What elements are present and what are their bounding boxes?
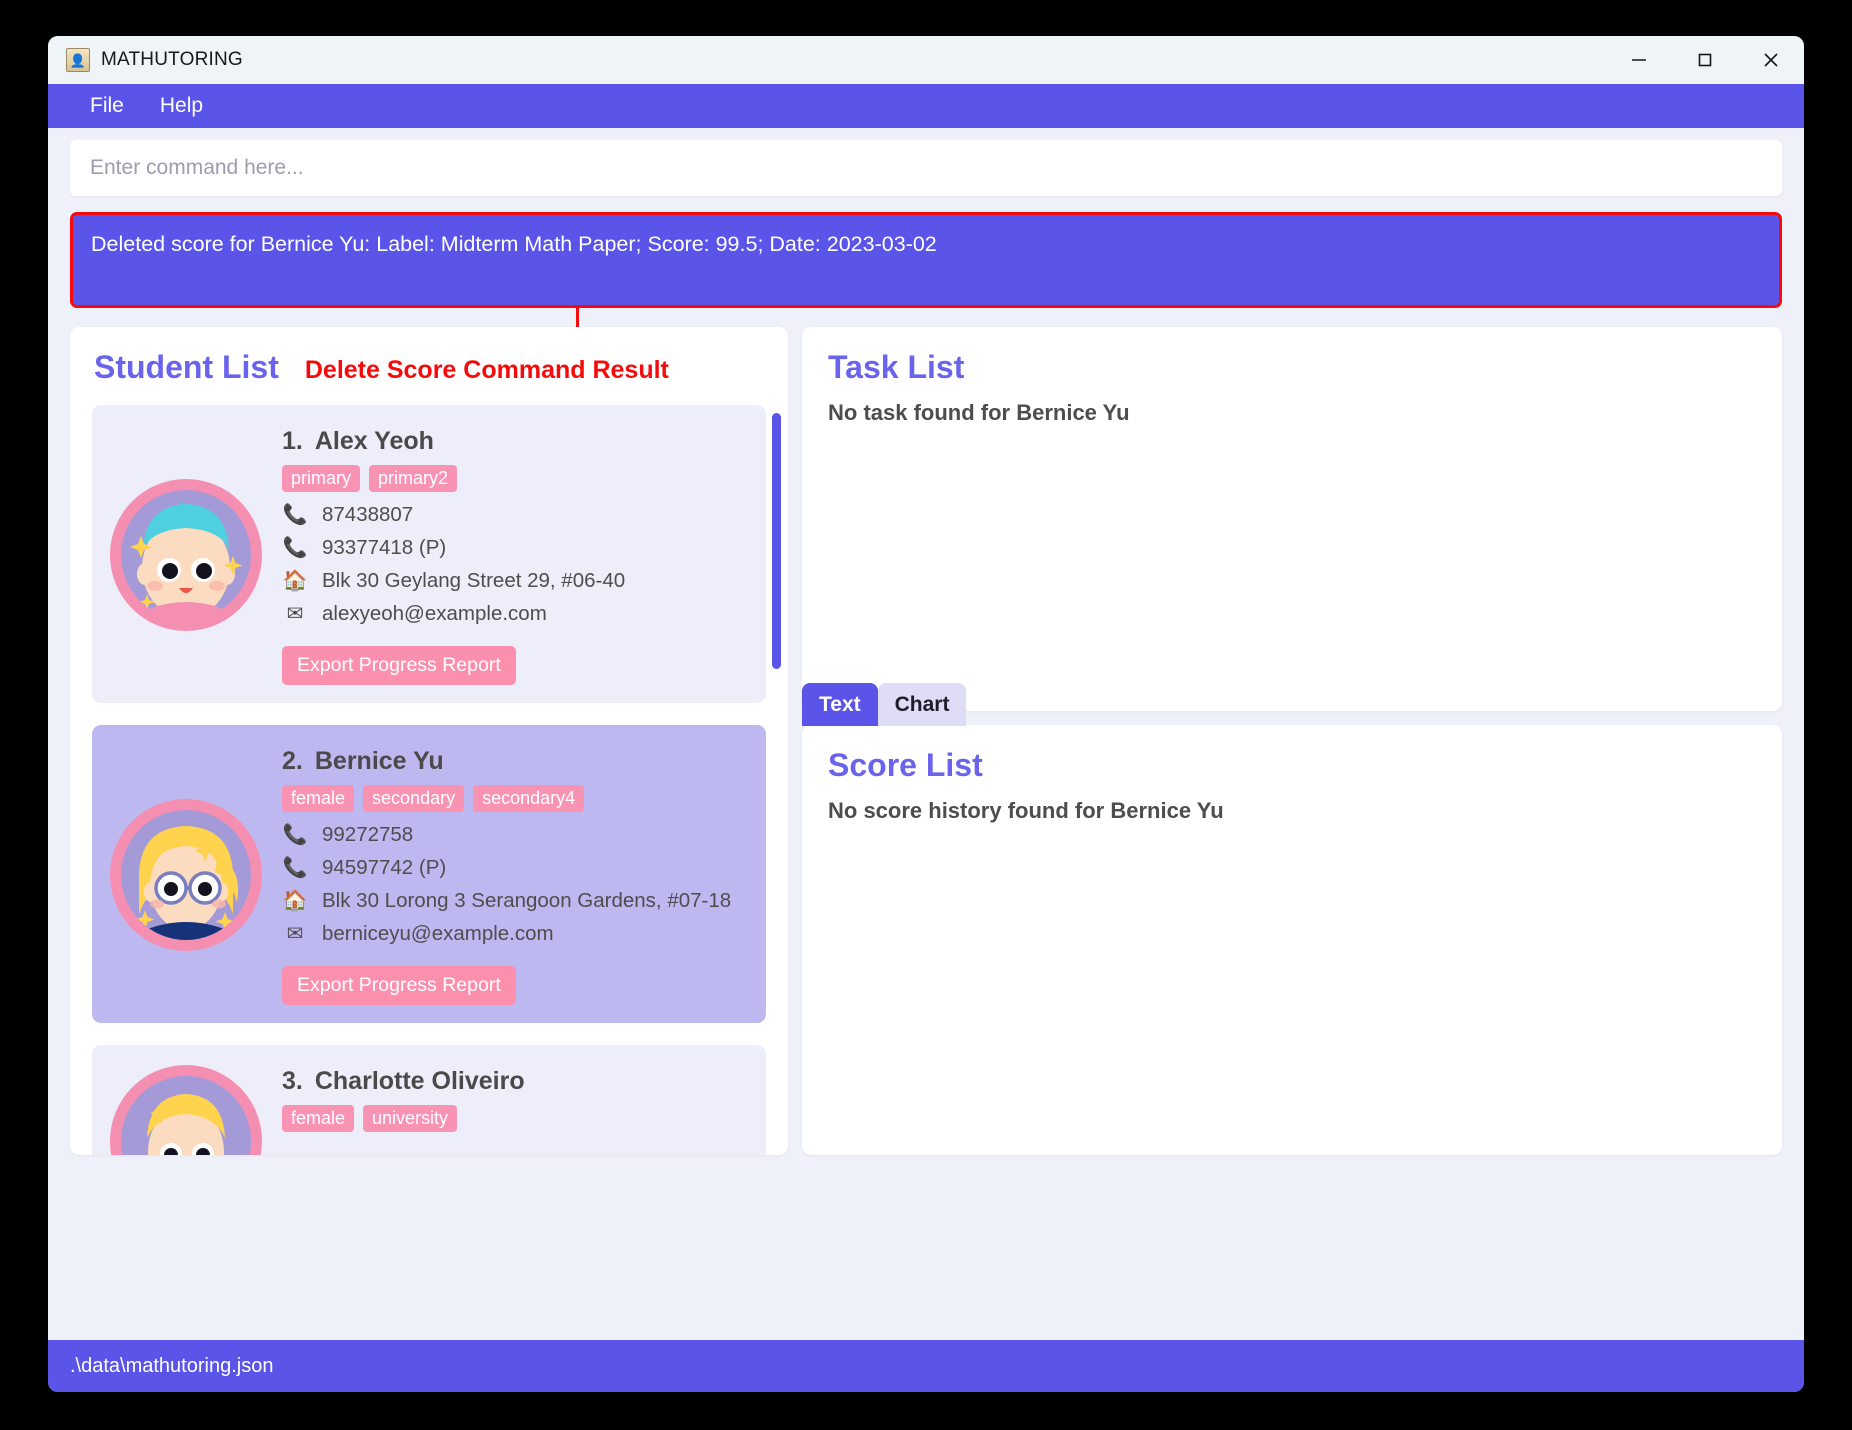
student-index: 1. [282, 427, 303, 455]
command-result-box: Deleted score for Bernice Yu: Label: Mid… [70, 212, 1782, 308]
student-card[interactable]: 3. Charlotte Oliveiro female university [92, 1045, 766, 1155]
student-address: Blk 30 Lorong 3 Serangoon Gardens, #07-1… [322, 889, 732, 912]
student-parent-phone-field: 📞 94597742 (P) [282, 856, 748, 881]
student-name: 2. Bernice Yu [282, 747, 748, 776]
student-address-field: 🏠 Blk 30 Lorong 3 Serangoon Gardens, #07… [282, 889, 748, 914]
student-email: berniceyu@example.com [322, 922, 554, 945]
minimize-icon[interactable] [1606, 36, 1672, 84]
student-email-field: ✉ berniceyu@example.com [282, 922, 748, 947]
student-tags: female university [282, 1105, 748, 1132]
tab-chart[interactable]: Chart [877, 683, 967, 726]
tag: secondary4 [473, 785, 585, 812]
score-panel-tabs: Text Chart [802, 683, 967, 726]
student-info: 2. Bernice Yu female secondary secondary4… [282, 745, 748, 1005]
student-card[interactable]: 1. Alex Yeoh primary primary2 📞 87438807 [92, 405, 766, 703]
close-icon[interactable] [1738, 36, 1804, 84]
command-result-text: Deleted score for Bernice Yu: Label: Mid… [91, 232, 937, 256]
student-phone-field: 📞 87438807 [282, 503, 748, 528]
student-name: 1. Alex Yeoh [282, 427, 748, 456]
task-list-empty-message: No task found for Bernice Yu [828, 400, 1130, 425]
envelope-icon: ✉ [286, 603, 304, 625]
student-name-text: Charlotte Oliveiro [314, 1067, 525, 1095]
command-input-placeholder: Enter command here... [90, 156, 304, 179]
envelope-icon: ✉ [286, 923, 304, 945]
app-window: 👤 MATHUTORING File Help Enter command he… [48, 36, 1804, 1392]
student-phone: 99272758 [322, 823, 414, 846]
phone-icon: 📞 [282, 504, 308, 526]
tag: female [282, 785, 355, 812]
student-card[interactable]: 2. Bernice Yu female secondary secondary4… [92, 725, 766, 1023]
menu-item-help[interactable]: Help [160, 94, 203, 118]
status-bar-path: .\data\mathutoring.json [70, 1354, 274, 1377]
house-icon: 🏠 [282, 570, 308, 592]
score-list-content: Score List No score history found for Be… [802, 725, 1782, 824]
score-list-empty-message: No score history found for Bernice Yu [828, 798, 1224, 823]
export-progress-report-button[interactable]: Export Progress Report [282, 966, 516, 1005]
student-name: 3. Charlotte Oliveiro [282, 1067, 748, 1096]
student-index: 2. [282, 747, 303, 775]
student-email-field: ✉ alexyeoh@example.com [282, 602, 748, 627]
student-list-title: Student List [94, 349, 279, 385]
tag: university [363, 1105, 458, 1132]
result-wrapper: Deleted score for Bernice Yu: Label: Mid… [70, 212, 1782, 397]
tag: secondary [363, 785, 465, 812]
student-tags: female secondary secondary4 [282, 785, 748, 812]
title-bar: 👤 MATHUTORING [48, 36, 1804, 84]
command-input[interactable]: Enter command here... [70, 140, 1782, 196]
phone-icon: 📞 [282, 824, 308, 846]
score-list-title: Score List [828, 747, 983, 783]
phone-icon: 📞 [282, 537, 308, 559]
avatar [110, 1065, 262, 1155]
student-name-text: Alex Yeoh [314, 427, 434, 455]
task-list-panel: Task List No task found for Bernice Yu [802, 327, 1782, 711]
student-parent-phone: 94597742 (P) [322, 856, 447, 879]
house-icon: 🏠 [282, 890, 308, 912]
right-column: Task List No task found for Bernice Yu T… [802, 327, 1782, 1155]
student-address-field: 🏠 Blk 30 Geylang Street 29, #06-40 [282, 569, 748, 594]
contact-book-icon: 👤 [66, 48, 90, 72]
annotation-label: Delete Score Command Result [304, 356, 669, 384]
student-index: 3. [282, 1067, 303, 1095]
app-title: MATHUTORING [101, 49, 243, 70]
student-tags: primary primary2 [282, 465, 748, 492]
task-list-title: Task List [828, 349, 965, 385]
status-bar: .\data\mathutoring.json [48, 1340, 1804, 1392]
menu-item-file[interactable]: File [90, 94, 124, 118]
window-controls [1606, 36, 1804, 84]
export-progress-report-button[interactable]: Export Progress Report [282, 646, 516, 685]
score-list-panel: Text Chart Score List No score history f… [802, 683, 1782, 1155]
student-list-header: Student List Delete Score Command Result [70, 327, 788, 386]
student-list-scrollbar[interactable] [770, 413, 782, 1033]
student-parent-phone-field: 📞 93377418 (P) [282, 536, 748, 561]
student-phone: 87438807 [322, 503, 414, 526]
body-area: Enter command here... Deleted score for … [48, 128, 1804, 1340]
tag: primary2 [369, 465, 458, 492]
tag: primary [282, 465, 361, 492]
student-info: 3. Charlotte Oliveiro female university [282, 1065, 748, 1155]
student-name-text: Bernice Yu [314, 747, 444, 775]
menu-bar: File Help [48, 84, 1804, 128]
phone-icon: 📞 [282, 857, 308, 879]
student-email: alexyeoh@example.com [322, 602, 547, 625]
student-address: Blk 30 Geylang Street 29, #06-40 [322, 569, 626, 592]
student-parent-phone: 93377418 (P) [322, 536, 447, 559]
tag: female [282, 1105, 355, 1132]
avatar [110, 799, 262, 951]
maximize-icon[interactable] [1672, 36, 1738, 84]
student-list-scroll-area[interactable]: 1. Alex Yeoh primary primary2 📞 87438807 [92, 405, 766, 1155]
screen-root: 👤 MATHUTORING File Help Enter command he… [0, 0, 1852, 1430]
tab-text[interactable]: Text [802, 683, 878, 726]
main-split: Student List Delete Score Command Result [70, 327, 1782, 1155]
avatar [110, 479, 262, 631]
student-phone-field: 📞 99272758 [282, 823, 748, 848]
student-info: 1. Alex Yeoh primary primary2 📞 87438807 [282, 425, 748, 685]
student-list-panel: Student List Delete Score Command Result [70, 327, 788, 1155]
scrollbar-thumb[interactable] [772, 413, 781, 669]
